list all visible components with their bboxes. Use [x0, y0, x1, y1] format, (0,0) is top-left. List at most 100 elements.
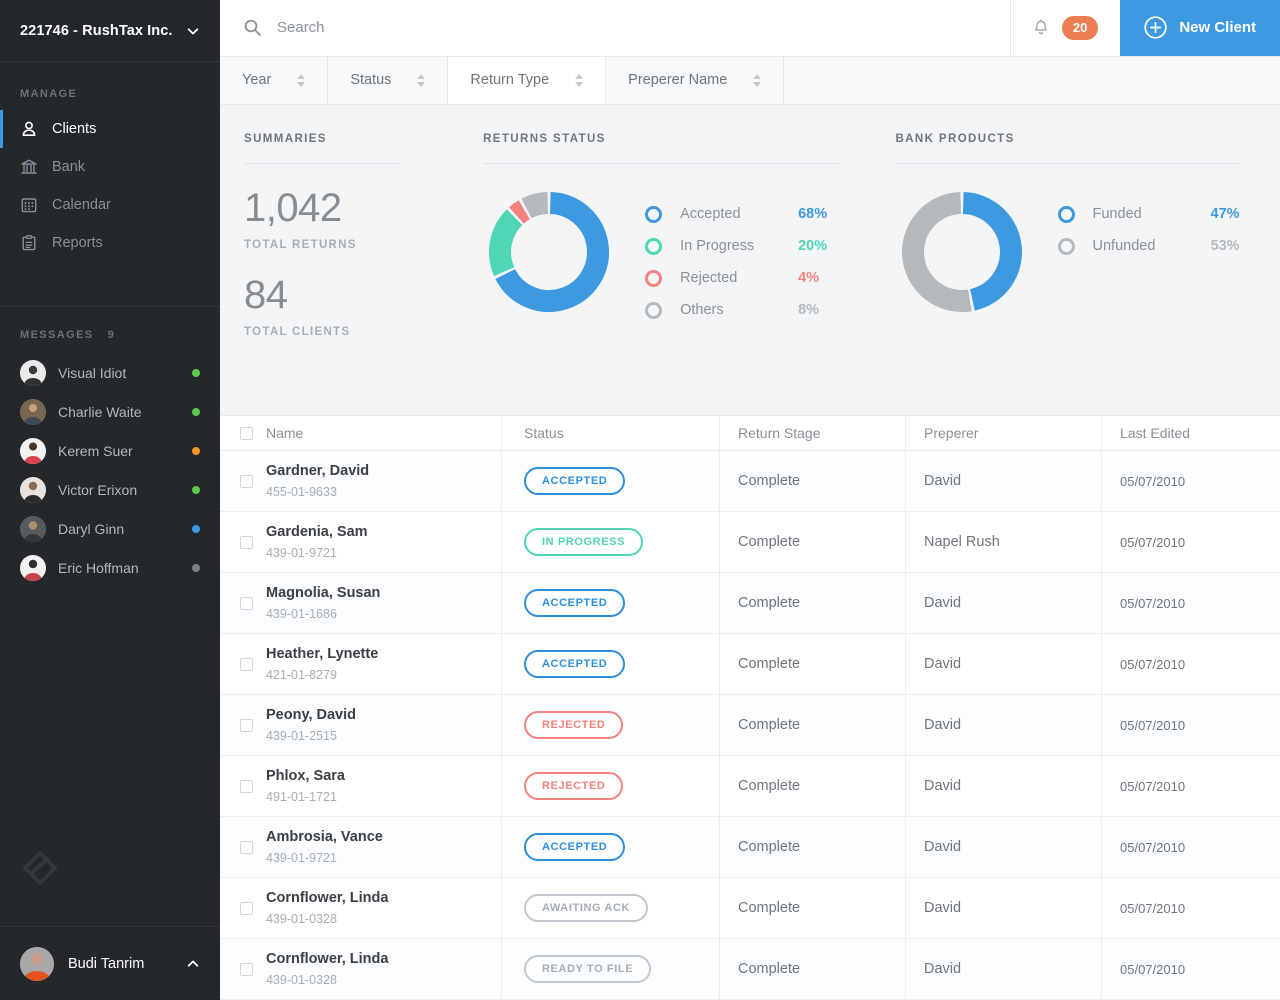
table-row[interactable]: Phlox, Sara491-01-1721REJECTEDCompleteDa…: [220, 756, 1280, 817]
cell-status: REJECTED: [502, 695, 720, 756]
table-row[interactable]: Gardenia, Sam439-01-9721IN PROGRESSCompl…: [220, 512, 1280, 573]
total-returns-label: TOTAL RETURNS: [244, 228, 435, 251]
legend-marker-unfunded: [1058, 238, 1075, 255]
legend-item[interactable]: Funded 47%: [1058, 198, 1240, 230]
cell-name: Heather, Lynette421-01-8279: [266, 634, 502, 695]
filter-label: Year: [242, 72, 271, 88]
status-badge[interactable]: ACCEPTED: [524, 467, 625, 495]
cell-last-edited: 05/07/2010: [1102, 512, 1280, 573]
cell-status: REJECTED: [502, 756, 720, 817]
row-checkbox[interactable]: [240, 719, 253, 732]
table-row[interactable]: Magnolia, Susan439-01-1686ACCEPTEDComple…: [220, 573, 1280, 634]
row-checkbox[interactable]: [240, 597, 253, 610]
client-ssn: 439-01-2515: [266, 725, 337, 744]
column-header-name[interactable]: Name: [266, 416, 502, 451]
legend-item[interactable]: Accepted 68%: [645, 198, 827, 230]
donut-segment-in-progress: [500, 217, 515, 272]
row-checkbox[interactable]: [240, 841, 253, 854]
table-row[interactable]: Heather, Lynette421-01-8279ACCEPTEDCompl…: [220, 634, 1280, 695]
cell-name: Gardner, David455-01-9633: [266, 451, 502, 512]
column-header-last-edited[interactable]: Last Edited: [1102, 416, 1280, 451]
table-row[interactable]: Cornflower, Linda439-01-0328 READY TO FIL…: [220, 939, 1280, 1000]
legend-value: 4%: [798, 270, 819, 286]
legend-marker-in-progress: [645, 238, 662, 255]
cell-return-stage: Complete: [720, 939, 906, 1000]
sidebar-item-calendar[interactable]: Calendar: [0, 186, 220, 224]
row-checkbox[interactable]: [240, 780, 253, 793]
client-ssn: 439-01-9721: [266, 847, 337, 866]
filter-label: Preperer Name: [628, 72, 727, 88]
cell-preparer: David: [906, 695, 1102, 756]
sidebar-item-clients[interactable]: Clients: [0, 110, 220, 148]
manage-section-label: MANAGE: [0, 62, 220, 110]
table-row[interactable]: Cornflower, Linda439-01-0328AWAITING ACK…: [220, 878, 1280, 939]
legend-item[interactable]: Rejected 4%: [645, 262, 827, 294]
org-switcher[interactable]: 221746 - RushTax Inc.: [0, 0, 220, 62]
status-badge[interactable]: AWAITING ACK: [524, 894, 648, 922]
user-name: Budi Tanrim: [68, 956, 186, 972]
row-checkbox-cell: [220, 634, 266, 695]
table-row[interactable]: Ambrosia, Vance439-01-9721ACCEPTEDComple…: [220, 817, 1280, 878]
row-checkbox[interactable]: [240, 536, 253, 549]
column-header-return-stage[interactable]: Return Stage: [720, 416, 906, 451]
notifications-button[interactable]: 20: [1010, 0, 1120, 56]
select-all-checkbox-cell: [220, 416, 266, 451]
row-checkbox-cell: [220, 756, 266, 817]
search-input[interactable]: [277, 0, 1010, 56]
client-ssn: 439-01-0328: [266, 969, 337, 988]
list-item[interactable]: Kerem Suer: [0, 431, 220, 470]
row-checkbox[interactable]: [240, 902, 253, 915]
cell-status: IN PROGRESS: [502, 512, 720, 573]
chevron-down-icon: [186, 24, 200, 38]
list-item[interactable]: Eric Hoffman: [0, 548, 220, 587]
legend-item[interactable]: In Progress 20%: [645, 230, 827, 262]
new-client-button[interactable]: New Client: [1120, 0, 1280, 56]
cell-preparer: David: [906, 939, 1102, 1000]
column-header-preparer[interactable]: Preperer: [906, 416, 1102, 451]
message-contact-name: Visual Idiot: [58, 365, 192, 381]
sidebar-item-bank[interactable]: Bank: [0, 148, 220, 186]
cell-name: Cornflower, Linda439-01-0328: [266, 939, 502, 1000]
legend-item[interactable]: Unfunded 53%: [1058, 230, 1240, 262]
filter-return-type[interactable]: Return Type: [448, 57, 606, 104]
avatar: [20, 947, 54, 981]
search-bar[interactable]: [220, 0, 1010, 56]
status-badge[interactable]: IN PROGRESS: [524, 528, 643, 556]
cell-last-edited: 05/07/2010: [1102, 695, 1280, 756]
legend-marker-others: [645, 302, 662, 319]
client-name: Cornflower, Linda: [266, 889, 388, 908]
cell-last-edited: 05/07/2010: [1102, 939, 1280, 1000]
sort-arrows-icon: [417, 74, 425, 87]
cell-name: Phlox, Sara491-01-1721: [266, 756, 502, 817]
chevron-up-icon[interactable]: [186, 957, 200, 971]
filter-year[interactable]: Year: [220, 57, 328, 104]
list-item[interactable]: Victor Erixon: [0, 470, 220, 509]
user-profile-bar[interactable]: Budi Tanrim: [0, 926, 220, 1000]
table-row[interactable]: Gardner, David455-01-9633ACCEPTEDComplet…: [220, 451, 1280, 512]
filter-status[interactable]: Status: [328, 57, 448, 104]
filter-preparer-name[interactable]: Preperer Name: [606, 57, 784, 104]
cell-name: Gardenia, Sam439-01-9721: [266, 512, 502, 573]
cell-status: READY TO FILE: [502, 939, 720, 1000]
sidebar-item-label: Reports: [52, 235, 103, 251]
total-returns-value: 1,042: [244, 164, 435, 228]
row-checkbox[interactable]: [240, 475, 253, 488]
column-header-status[interactable]: Status: [502, 416, 720, 451]
status-badge[interactable]: ACCEPTED: [524, 650, 625, 678]
status-badge[interactable]: ACCEPTED: [524, 589, 625, 617]
legend-item[interactable]: Others 8%: [645, 294, 827, 326]
row-checkbox[interactable]: [240, 963, 253, 976]
row-checkbox[interactable]: [240, 658, 253, 671]
list-item[interactable]: Charlie Waite: [0, 392, 220, 431]
list-item[interactable]: Visual Idiot: [0, 353, 220, 392]
select-all-checkbox[interactable]: [240, 427, 253, 440]
status-badge[interactable]: ACCEPTED: [524, 833, 625, 861]
status-badge[interactable]: READY TO FILE: [524, 955, 651, 983]
messages-list: Visual Idiot Charlie Waite Kerem Suer Vi…: [0, 353, 220, 587]
sidebar-item-reports[interactable]: Reports: [0, 224, 220, 262]
list-item[interactable]: Daryl Ginn: [0, 509, 220, 548]
status-dot: [192, 369, 200, 377]
table-row[interactable]: Peony, David439-01-2515REJECTEDCompleteD…: [220, 695, 1280, 756]
status-badge[interactable]: REJECTED: [524, 772, 623, 800]
status-badge[interactable]: REJECTED: [524, 711, 623, 739]
